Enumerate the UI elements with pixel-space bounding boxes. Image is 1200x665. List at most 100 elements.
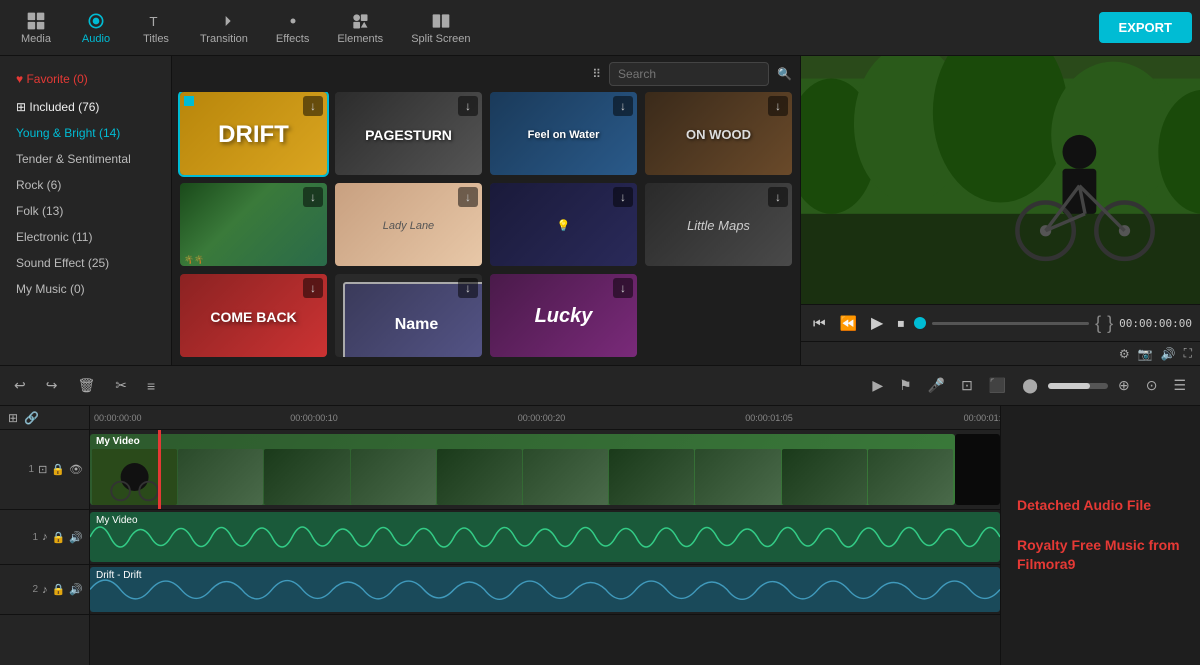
top-navigation: Media Audio T Titles Transition Effects … bbox=[0, 0, 1200, 56]
flag-icon[interactable]: ⚑ bbox=[893, 374, 918, 397]
download-icon[interactable]: ↓ bbox=[458, 187, 478, 207]
sidebar-item-soundeffect[interactable]: Sound Effect (25) bbox=[0, 250, 171, 276]
audio-card-little[interactable]: Little Maps ↓ Little Maps - Eddie bbox=[645, 183, 792, 266]
sidebar-item-youngbright[interactable]: Young & Bright (14) bbox=[0, 120, 171, 146]
grid-view-icon[interactable]: ⠿ bbox=[592, 67, 601, 81]
audio-card-lights[interactable]: 💡 ↓ Lights on the Gold Shor... bbox=[490, 183, 637, 266]
preview-placeholder bbox=[801, 56, 1200, 304]
main-area: ♥ Favorite (0) ⊞ Included (76) Young & B… bbox=[0, 56, 1200, 365]
download-icon[interactable]: ↓ bbox=[768, 96, 788, 116]
audio-card-name[interactable]: Name ↓ Name bbox=[335, 274, 482, 357]
sidebar-item-favorite[interactable]: ♥ Favorite (0) bbox=[0, 64, 171, 94]
lock-icon3[interactable]: 🔒 bbox=[52, 583, 66, 596]
sidebar-item-included[interactable]: ⊞ Included (76) bbox=[0, 94, 171, 120]
render-icon[interactable]: ▶ bbox=[866, 374, 889, 397]
audio-content-panel: ⠿ 🔍 DRIFT ↓ Drift - Drift PAGESTURN ↓ Dr… bbox=[172, 56, 800, 365]
nav-audio[interactable]: Audio bbox=[68, 7, 124, 49]
lock-icon[interactable]: 🔒 bbox=[51, 463, 65, 476]
audio-card-lady[interactable]: Lady Lane ↓ Lady Lane - The Pink E... bbox=[335, 183, 482, 266]
download-icon[interactable]: ↓ bbox=[303, 278, 323, 298]
audio-clip-1[interactable]: My Video bbox=[90, 512, 1000, 562]
step-back-button[interactable]: ⏪ bbox=[836, 313, 861, 334]
redo-button[interactable]: ↪ bbox=[40, 374, 64, 397]
sidebar-item-rock[interactable]: Rock (6) bbox=[0, 172, 171, 198]
settings-icon[interactable]: ⚙ bbox=[1119, 347, 1130, 361]
pip-icon[interactable]: ⬛ bbox=[983, 374, 1012, 397]
lock-icon2[interactable]: 🔒 bbox=[52, 531, 66, 544]
mic-icon[interactable]: 🎤 bbox=[922, 374, 951, 397]
download-icon[interactable]: ↓ bbox=[613, 187, 633, 207]
audio-track-row1[interactable]: My Video bbox=[90, 510, 1000, 565]
add-track-button[interactable]: ⊞ bbox=[8, 411, 18, 425]
video-track-row[interactable]: My Video bbox=[90, 430, 1000, 510]
zoom-icon[interactable]: ⊙ bbox=[1140, 374, 1164, 397]
download-icon[interactable]: ↓ bbox=[303, 96, 323, 116]
ruler-mark-0: 00:00:00:00 bbox=[94, 413, 142, 423]
add-icon[interactable]: ⊕ bbox=[1112, 374, 1136, 397]
delete-button[interactable]: 🗑 bbox=[71, 374, 101, 397]
more-icon[interactable]: ☰ bbox=[1167, 374, 1192, 397]
detach-icon[interactable]: ⊡ bbox=[955, 374, 979, 397]
settings-track-button[interactable]: ≡ bbox=[141, 375, 161, 397]
audio-card-lucky[interactable]: Lucky ↓ Lucky bbox=[490, 274, 637, 357]
screenshot-icon[interactable]: 📷 bbox=[1138, 347, 1153, 361]
skip-back-button[interactable]: ⏮ bbox=[809, 313, 830, 334]
ruler-mark-2: 00:00:00:20 bbox=[518, 413, 566, 423]
timeline-right-tools: ▶ ⚑ 🎤 ⊡ ⬛ ⬤ ⊕ ⊙ ☰ bbox=[866, 374, 1192, 397]
export-button[interactable]: EXPORT bbox=[1099, 12, 1192, 43]
volume-icon3[interactable]: 🔊 bbox=[69, 583, 83, 596]
audio-card-drift[interactable]: DRIFT ↓ Drift - Drift bbox=[180, 92, 327, 175]
cut-button[interactable]: ✂ bbox=[109, 374, 133, 397]
sidebar-item-electronic[interactable]: Electronic (11) bbox=[0, 224, 171, 250]
audio-card-pages[interactable]: PAGESTURN ↓ Drift - Pages Turn bbox=[335, 92, 482, 175]
undo-button[interactable]: ↩ bbox=[8, 374, 32, 397]
download-icon[interactable]: ↓ bbox=[303, 187, 323, 207]
audio-card-garret[interactable]: 🌴🌴 ↓ Garret Bevins - Infinite ... bbox=[180, 183, 327, 266]
sidebar-item-folk[interactable]: Folk (13) bbox=[0, 198, 171, 224]
play-button[interactable]: ▶ bbox=[867, 311, 887, 335]
download-icon[interactable]: ↓ bbox=[458, 278, 478, 298]
speed-slider[interactable] bbox=[1048, 383, 1108, 389]
audio-track-icon: ♪ bbox=[42, 531, 48, 543]
timeline-ruler: 00:00:00:00 00:00:00:10 00:00:00:20 00:0… bbox=[90, 406, 1000, 430]
audio-card-feetwater[interactable]: Feel on Water ↓ Feet On Water - Unexp... bbox=[490, 92, 637, 175]
link-track-button[interactable]: 🔗 bbox=[24, 411, 39, 425]
audio-sidebar: ♥ Favorite (0) ⊞ Included (76) Young & B… bbox=[0, 56, 172, 365]
sidebar-item-tender[interactable]: Tender & Sentimental bbox=[0, 146, 171, 172]
search-icon[interactable]: 🔍 bbox=[777, 67, 792, 81]
track-add-row: ⊞ 🔗 bbox=[0, 406, 89, 430]
nav-media[interactable]: Media bbox=[8, 7, 64, 49]
audio-card-feetwood[interactable]: ON WOOD ↓ Feet on Wood - Whistl... bbox=[645, 92, 792, 175]
audio-grid: DRIFT ↓ Drift - Drift PAGESTURN ↓ Drift … bbox=[172, 92, 800, 365]
audio-track-row2[interactable]: Drift - Drift bbox=[90, 565, 1000, 615]
audio-card-comeback[interactable]: COME BACK ↓ Comeback bbox=[180, 274, 327, 357]
track-labels: ⊞ 🔗 1 ⊡ 🔒 👁 1 ♪ 🔒 🔊 2 ♪ 🔒 🔊 bbox=[0, 406, 90, 665]
progress-dot bbox=[914, 317, 926, 329]
nav-titles[interactable]: T Titles bbox=[128, 7, 184, 49]
ruler-mark-4: 00:00:01:1 bbox=[964, 413, 1000, 423]
nav-effects[interactable]: Effects bbox=[264, 7, 321, 49]
eye-icon[interactable]: 👁 bbox=[69, 463, 83, 476]
right-info-panel: Detached Audio File Royalty Free Music f… bbox=[1000, 406, 1200, 665]
progress-bar[interactable] bbox=[932, 322, 1089, 325]
fullscreen-icon[interactable]: ⛶ bbox=[1184, 346, 1192, 361]
volume-icon2[interactable]: 🔊 bbox=[69, 531, 83, 544]
preview-controls: ⏮ ⏪ ▶ ⏹ { } 00:00:00:00 bbox=[801, 304, 1200, 341]
search-input[interactable] bbox=[609, 62, 769, 86]
download-icon[interactable]: ↓ bbox=[613, 96, 633, 116]
sidebar-item-mymusic[interactable]: My Music (0) bbox=[0, 276, 171, 302]
detached-audio-label: Detached Audio File bbox=[1017, 496, 1151, 516]
volume-icon[interactable]: 🔊 bbox=[1161, 347, 1176, 361]
download-icon[interactable]: ↓ bbox=[613, 278, 633, 298]
nav-elements[interactable]: Elements bbox=[325, 7, 395, 49]
track-label-video1: 1 ⊡ 🔒 👁 bbox=[0, 430, 89, 510]
nav-transition[interactable]: Transition bbox=[188, 7, 260, 49]
timeline-content: ⊞ 🔗 1 ⊡ 🔒 👁 1 ♪ 🔒 🔊 2 ♪ 🔒 🔊 bbox=[0, 406, 1200, 665]
video-clip[interactable]: My Video bbox=[90, 434, 955, 505]
download-icon[interactable]: ↓ bbox=[768, 187, 788, 207]
stop-button[interactable]: ⏹ bbox=[893, 313, 908, 334]
color-icon[interactable]: ⬤ bbox=[1016, 374, 1044, 397]
download-icon[interactable]: ↓ bbox=[458, 96, 478, 116]
audio-clip-2[interactable]: Drift - Drift bbox=[90, 567, 1000, 612]
nav-splitscreen[interactable]: Split Screen bbox=[399, 7, 482, 49]
